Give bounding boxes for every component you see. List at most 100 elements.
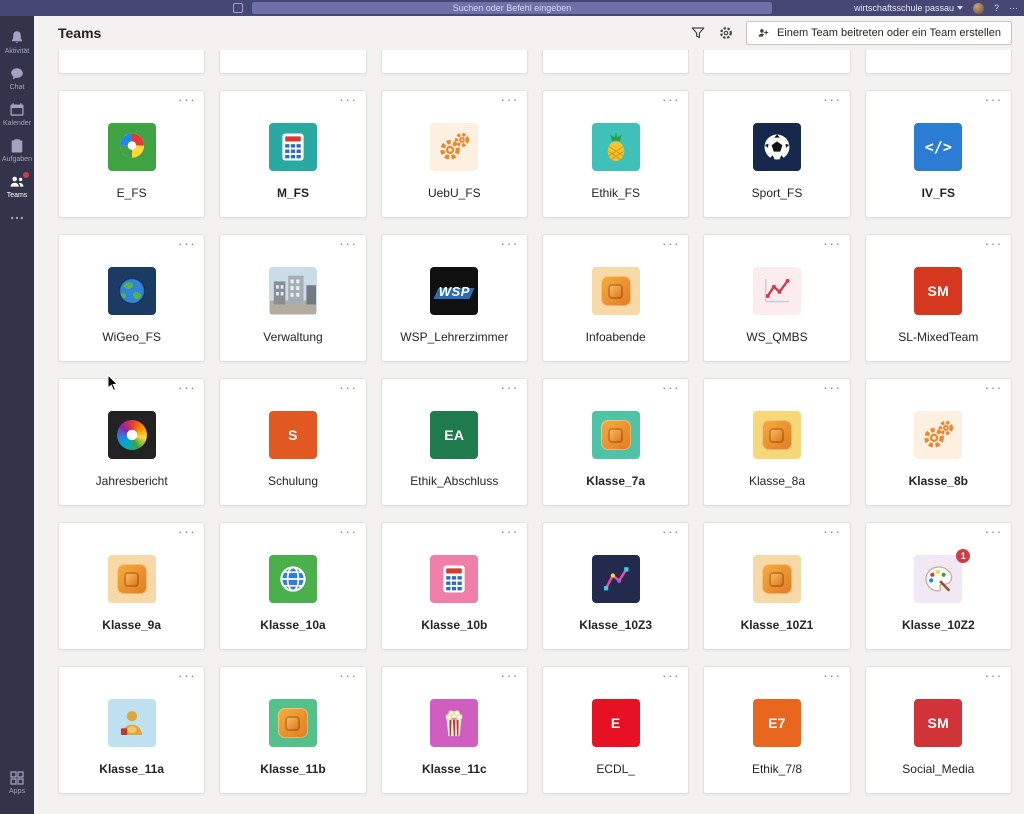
team-card-more-icon[interactable]: ··· bbox=[984, 523, 1003, 539]
team-card[interactable]: ···Verwaltung bbox=[219, 234, 366, 362]
team-card[interactable]: ···Klasse_7a bbox=[542, 378, 689, 506]
team-avatar bbox=[269, 123, 317, 171]
team-avatar bbox=[753, 411, 801, 459]
team-name: IV_FS bbox=[922, 186, 955, 200]
sidebar-item-assignments[interactable]: Aufgaben bbox=[0, 132, 34, 168]
sidebar-item-activity[interactable]: Aktivität bbox=[0, 24, 34, 60]
team-card-more-icon[interactable]: ··· bbox=[984, 91, 1003, 107]
settings-gear-icon[interactable] bbox=[718, 25, 734, 41]
team-card-more-icon[interactable]: ··· bbox=[662, 667, 681, 683]
team-card[interactable]: ···SSchulung bbox=[219, 378, 366, 506]
user-avatar[interactable] bbox=[973, 3, 984, 14]
team-card-more-icon[interactable]: ··· bbox=[500, 379, 519, 395]
team-card[interactable]: ···Klasse_11b bbox=[219, 666, 366, 794]
team-card[interactable]: ··· Klasse_10b bbox=[381, 522, 528, 650]
team-card[interactable]: ···Infoabende bbox=[542, 234, 689, 362]
team-card[interactable]: ··· WSP WSP_Lehrerzimmer bbox=[381, 234, 528, 362]
more-options-icon[interactable]: ⋯ bbox=[1009, 4, 1018, 13]
team-card[interactable]: ···Klasse_8b bbox=[865, 378, 1012, 506]
team-card-more-icon[interactable]: ··· bbox=[823, 91, 842, 107]
team-card[interactable]: ··· Klasse_11c bbox=[381, 666, 528, 794]
team-card-more-icon[interactable]: ··· bbox=[339, 235, 358, 251]
team-card[interactable]: ···Klasse_11a bbox=[58, 666, 205, 794]
team-card[interactable]: ···E7Ethik_7/8 bbox=[703, 666, 850, 794]
code-icon: </> bbox=[914, 123, 962, 171]
team-card-more-icon[interactable]: ··· bbox=[178, 523, 197, 539]
team-card-more-icon[interactable]: ··· bbox=[823, 667, 842, 683]
sidebar-item-label: Aktivität bbox=[5, 48, 30, 55]
team-card[interactable]: ··· Jahresbericht bbox=[58, 378, 205, 506]
team-card[interactable]: ···Klasse_10a bbox=[219, 522, 366, 650]
filter-icon[interactable] bbox=[690, 25, 706, 41]
team-card[interactable]: ··· </> IV_FS bbox=[865, 90, 1012, 218]
team-card-more-icon[interactable]: ··· bbox=[984, 235, 1003, 251]
team-card-more-icon[interactable]: ··· bbox=[178, 379, 197, 395]
team-card-more-icon[interactable]: ··· bbox=[339, 667, 358, 683]
sidebar-item-teams[interactable]: Teams bbox=[0, 168, 34, 204]
team-avatar bbox=[430, 699, 478, 747]
team-card[interactable]: ···Klasse_8a bbox=[703, 378, 850, 506]
org-switcher[interactable]: wirtschaftsschule passau bbox=[854, 3, 963, 13]
team-card[interactable]: ···WS_QMBS bbox=[703, 234, 850, 362]
team-card[interactable]: ···1Klasse_10Z2 bbox=[865, 522, 1012, 650]
team-card-more-icon[interactable]: ··· bbox=[662, 91, 681, 107]
team-card-more-icon[interactable]: ··· bbox=[178, 235, 197, 251]
team-card-more-icon[interactable]: ··· bbox=[823, 523, 842, 539]
team-card[interactable]: ···E_FS bbox=[58, 90, 205, 218]
team-card[interactable]: ···SMSocial_Media bbox=[865, 666, 1012, 794]
team-name: SL-MixedTeam bbox=[898, 330, 978, 344]
team-name: WSP_Lehrerzimmer bbox=[400, 330, 508, 344]
team-avatar bbox=[108, 411, 156, 459]
sidebar-item-chat[interactable]: Chat bbox=[0, 60, 34, 96]
team-avatar: WSP bbox=[430, 267, 478, 315]
team-card-partial[interactable] bbox=[58, 50, 205, 74]
team-card-partial[interactable] bbox=[865, 50, 1012, 74]
team-avatar bbox=[592, 555, 640, 603]
team-card-more-icon[interactable]: ··· bbox=[500, 91, 519, 107]
team-card-more-icon[interactable]: ··· bbox=[178, 91, 197, 107]
team-card[interactable]: ···SMSL-MixedTeam bbox=[865, 234, 1012, 362]
team-name: Klasse_10b bbox=[421, 618, 487, 632]
team-card-more-icon[interactable]: ··· bbox=[662, 523, 681, 539]
team-card-more-icon[interactable]: ··· bbox=[823, 235, 842, 251]
search-input[interactable] bbox=[252, 2, 772, 14]
team-card-more-icon[interactable]: ··· bbox=[984, 667, 1003, 683]
team-name: Jahresbericht bbox=[96, 474, 168, 488]
team-card[interactable]: ···Sport_FS bbox=[703, 90, 850, 218]
team-card-partial[interactable] bbox=[542, 50, 689, 74]
join-or-create-team-button[interactable]: Einem Team beitreten oder ein Team erste… bbox=[746, 21, 1012, 45]
app-icon bbox=[592, 267, 640, 315]
team-card[interactable]: ···EAEthik_Abschluss bbox=[381, 378, 528, 506]
team-card-more-icon[interactable]: ··· bbox=[662, 379, 681, 395]
team-card-more-icon[interactable]: ··· bbox=[662, 235, 681, 251]
team-card-more-icon[interactable]: ··· bbox=[500, 523, 519, 539]
team-card-partial[interactable] bbox=[219, 50, 366, 74]
team-card[interactable]: ···EECDL_ bbox=[542, 666, 689, 794]
team-card-partial[interactable] bbox=[381, 50, 528, 74]
team-card[interactable]: ···WiGeo_FS bbox=[58, 234, 205, 362]
team-card[interactable]: ···Klasse_9a bbox=[58, 522, 205, 650]
team-card-partial[interactable] bbox=[703, 50, 850, 74]
team-card[interactable]: ··· UebU_FS bbox=[381, 90, 528, 218]
team-card-more-icon[interactable]: ··· bbox=[339, 523, 358, 539]
sidebar-item-calendar[interactable]: Kalender bbox=[0, 96, 34, 132]
sidebar-item-more[interactable] bbox=[0, 204, 34, 231]
team-card[interactable]: ···Klasse_10Z3 bbox=[542, 522, 689, 650]
team-card-more-icon[interactable]: ··· bbox=[339, 91, 358, 107]
sidebar-item-apps[interactable]: Apps bbox=[0, 764, 34, 800]
team-avatar bbox=[269, 699, 317, 747]
team-name: Klasse_11c bbox=[422, 762, 487, 776]
team-card[interactable]: ···M_FS bbox=[219, 90, 366, 218]
team-name: UebU_FS bbox=[428, 186, 481, 200]
team-card[interactable]: ···Ethik_FS bbox=[542, 90, 689, 218]
team-card-more-icon[interactable]: ··· bbox=[500, 667, 519, 683]
team-card-more-icon[interactable]: ··· bbox=[339, 379, 358, 395]
team-card-more-icon[interactable]: ··· bbox=[500, 235, 519, 251]
team-card-more-icon[interactable]: ··· bbox=[823, 379, 842, 395]
help-icon[interactable]: ? bbox=[994, 4, 999, 13]
team-card[interactable]: ···Klasse_10Z1 bbox=[703, 522, 850, 650]
team-card-more-icon[interactable]: ··· bbox=[984, 379, 1003, 395]
team-card-more-icon[interactable]: ··· bbox=[178, 667, 197, 683]
app-icon bbox=[592, 411, 640, 459]
titlebar-app-icon[interactable] bbox=[233, 3, 243, 13]
